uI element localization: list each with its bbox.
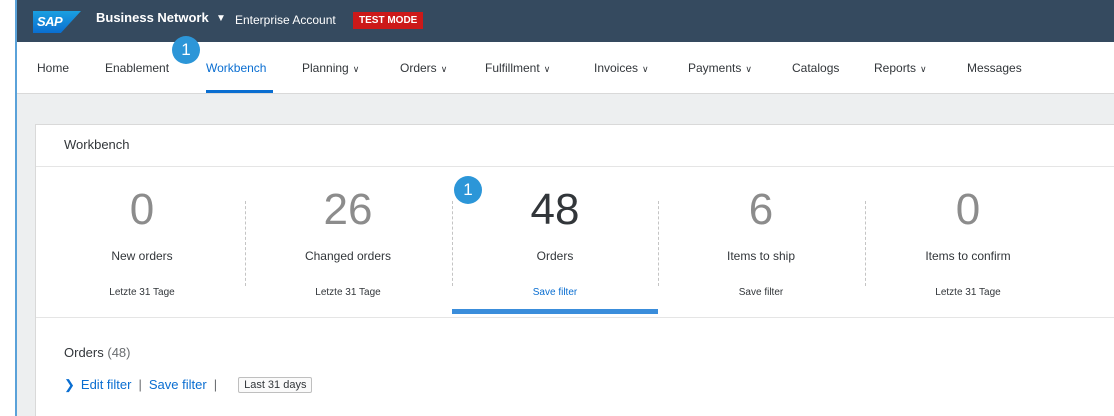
tile-label: Items to ship (726, 249, 796, 263)
nav-messages[interactable]: Messages (967, 61, 1022, 75)
nav-label: Planning (302, 61, 349, 75)
tile-save-filter-link[interactable]: Save filter (452, 287, 658, 298)
orders-section-title: Orders (48) (64, 345, 130, 360)
chevron-down-icon: ∨ (642, 64, 649, 74)
tile-count: 0 (129, 185, 155, 234)
nav-label: Orders (400, 61, 437, 75)
tile-subtitle: Letzte 31 Tage (315, 287, 381, 298)
workbench-tiles: 0 New orders Letzte 31 Tage 26 Changed o… (36, 167, 1114, 317)
nav-payments[interactable]: Payments ∨ (688, 61, 752, 75)
tile-new-orders[interactable]: 0 New orders Letzte 31 Tage (39, 167, 245, 317)
chevron-down-icon: ∨ (440, 64, 448, 74)
nav-label: Catalogs (792, 61, 840, 75)
nav-workbench[interactable]: Workbench (206, 61, 266, 75)
tile-subtitle: Letzte 31 Tage (109, 287, 175, 298)
chevron-down-icon: ∨ (920, 64, 927, 74)
test-mode-badge: TEST MODE (353, 12, 424, 29)
orders-title-text: Orders (64, 345, 104, 360)
tile-orders[interactable]: 48 Orders Save filter (452, 167, 658, 317)
chevron-down-icon: ∨ (352, 64, 360, 74)
nav-home[interactable]: Home (37, 61, 69, 75)
account-type: Enterprise Account (235, 13, 336, 27)
tile-label: New orders (111, 249, 173, 263)
filter-bar: ❯ Edit filter | Save filter | Last 31 days (64, 376, 313, 393)
nav-label: Fulfillment (485, 61, 540, 75)
tile-label: Changed orders (304, 249, 392, 263)
workbench-card: Workbench 0 New orders Letzte 31 Tage 26… (35, 124, 1114, 416)
tile-count: 0 (955, 185, 981, 234)
nav-invoices[interactable]: Invoices ∨ (594, 61, 649, 75)
tile-label: Items to confirm (925, 249, 1011, 263)
product-switcher[interactable]: Business Network (96, 10, 209, 25)
orders-count: (48) (107, 345, 131, 360)
nav-planning[interactable]: Planning ∨ (302, 61, 359, 75)
date-range-chip[interactable]: Last 31 days (238, 376, 313, 393)
nav-catalogs[interactable]: Catalogs (792, 61, 839, 75)
nav-label: Enablement (105, 61, 170, 75)
tile-changed-orders[interactable]: 26 Changed orders Letzte 31 Tage (245, 167, 451, 317)
card-title: Workbench (64, 137, 130, 152)
tile-count: 26 (323, 185, 373, 234)
app-frame: SAP Business Network ▼ Enterprise Accoun… (15, 0, 1114, 416)
nav-fulfillment[interactable]: Fulfillment ∨ (485, 61, 550, 75)
tile-subtitle: Save filter (738, 287, 784, 298)
tile-items-to-ship[interactable]: 6 Items to ship Save filter (658, 167, 864, 317)
tile-count: 48 (530, 185, 580, 234)
nav-reports[interactable]: Reports ∨ (874, 61, 927, 75)
caret-down-icon[interactable]: ▼ (216, 13, 226, 24)
nav-orders[interactable]: Orders ∨ (400, 61, 447, 75)
chevron-down-icon: ∨ (543, 64, 551, 74)
tile-items-to-confirm[interactable]: 0 Items to confirm Letzte 31 Tage (865, 167, 1071, 317)
chevron-down-icon: ∨ (745, 64, 752, 74)
divider (36, 317, 1114, 318)
step-callout-badge: 1 (172, 36, 200, 64)
chevron-right-icon[interactable]: ❯ (64, 377, 75, 392)
tile-count: 6 (748, 185, 774, 234)
nav-label: Invoices (594, 61, 639, 75)
nav-enablement[interactable]: Enablement (105, 61, 169, 75)
active-tab-indicator (206, 90, 273, 93)
tile-subtitle: Letzte 31 Tage (935, 287, 1001, 298)
separator: | (138, 377, 142, 393)
nav-label: Workbench (206, 61, 267, 75)
nav-label: Reports (874, 61, 917, 75)
selected-tile-indicator (452, 309, 658, 314)
nav-label: Payments (688, 61, 742, 75)
tile-label: Orders (536, 249, 574, 263)
nav-label: Messages (967, 61, 1022, 75)
separator: | (213, 377, 218, 393)
edit-filter-link[interactable]: Edit filter (81, 377, 132, 392)
step-callout-badge: 1 (454, 176, 482, 204)
save-filter-link[interactable]: Save filter (149, 377, 207, 392)
sap-logo[interactable]: SAP (33, 11, 81, 33)
nav-label: Home (37, 61, 70, 75)
